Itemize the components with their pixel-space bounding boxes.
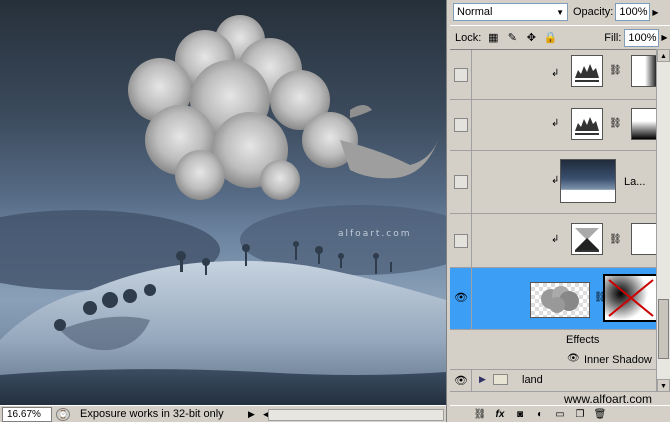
- scroll-down-icon[interactable]: ▼: [657, 379, 670, 392]
- scroll-up-icon[interactable]: ▲: [657, 49, 670, 62]
- layer-mask-thumbnail[interactable]: [603, 274, 656, 322]
- layers-panel-footer: ⛓ fx ◙ ◐ ▭ ❐ 🗑: [450, 405, 670, 422]
- effects-row[interactable]: Effects: [450, 330, 656, 350]
- effect-visibility: [450, 350, 472, 369]
- layer-row[interactable]: ↲ ⛓: [450, 50, 656, 100]
- curves-adjustment-icon: [571, 223, 603, 255]
- opacity-slider-arrow[interactable]: ▶: [652, 8, 658, 17]
- status-info-text: Exposure works in 32-bit only: [80, 408, 224, 420]
- layer-row[interactable]: ↲ ⛓: [450, 100, 656, 151]
- scrollbar-thumb[interactable]: [658, 299, 669, 359]
- layers-vertical-scrollbar[interactable]: ▲ ▼: [656, 49, 670, 392]
- expand-arrow-icon[interactable]: ▶: [479, 374, 486, 385]
- layers-list: ↲ ⛓ ↲ ⛓ ↲ La... ↲ ⛓ 👁 ⛓ Effects 👁 Inner …: [450, 49, 656, 392]
- chain-link-icon[interactable]: ⛓: [609, 118, 622, 129]
- effects-label: Effects: [566, 334, 600, 346]
- fill-field[interactable]: 100%: [624, 28, 660, 47]
- smoke-cloud: [128, 15, 438, 200]
- effect-row[interactable]: 👁 Inner Shadow: [450, 350, 656, 370]
- inner-shadow-label: Inner Shadow: [584, 354, 652, 366]
- clipping-arrow-icon: ↲: [551, 68, 560, 79]
- layer-mask-thumbnail[interactable]: [631, 55, 656, 87]
- lock-position-move-icon[interactable]: ✥: [524, 31, 538, 45]
- layer-row[interactable]: ↲ ⛓: [450, 214, 656, 268]
- levels-adjustment-icon: [571, 108, 603, 140]
- lock-pixels-brush-icon[interactable]: ✎: [505, 31, 519, 45]
- clipping-arrow-icon: ↲: [551, 234, 560, 245]
- chain-link-icon[interactable]: ⛓: [609, 234, 622, 245]
- visibility-box: [454, 68, 468, 82]
- layer-name[interactable]: land: [522, 374, 543, 386]
- document-canvas[interactable]: alfoart.com: [0, 0, 446, 405]
- lock-transparency-icon[interactable]: ▦: [486, 31, 500, 45]
- layer-mask-thumbnail[interactable]: [631, 108, 656, 140]
- layer-row-selected[interactable]: 👁 ⛓: [450, 268, 656, 330]
- document-info-icon[interactable]: ⌚: [56, 407, 70, 421]
- eye-icon: 👁: [454, 292, 468, 304]
- new-layer-icon[interactable]: ❐: [570, 409, 590, 420]
- chain-link-icon[interactable]: ⛓: [609, 65, 622, 76]
- cloud-layer-thumbnail: [530, 282, 590, 318]
- eye-icon[interactable]: 👁: [567, 353, 580, 364]
- blend-mode-select[interactable]: Normal ▼: [453, 3, 568, 21]
- layer-mask-thumbnail[interactable]: [631, 223, 656, 255]
- fill-label: Fill:: [604, 31, 622, 44]
- site-watermark: www.alfoart.com: [562, 392, 655, 406]
- fill-value: 100%: [628, 31, 657, 44]
- lock-row: Lock: ▦ ✎ ✥ 🔒 Fill: 100% ▶: [450, 25, 670, 49]
- opacity-field[interactable]: 100%: [615, 3, 651, 21]
- add-mask-icon[interactable]: ◙: [510, 409, 530, 420]
- visibility-box: [454, 118, 468, 132]
- folder-icon: [493, 374, 508, 385]
- visibility-toggle[interactable]: 👁: [450, 370, 472, 391]
- horizontal-scrollbar[interactable]: [268, 409, 444, 421]
- levels-adjustment-icon: [571, 55, 603, 87]
- visibility-toggle[interactable]: [450, 50, 472, 99]
- fx-icon[interactable]: fx: [490, 409, 510, 420]
- lock-label: Lock:: [455, 31, 482, 44]
- visibility-box: [454, 234, 468, 248]
- layer-name[interactable]: La...: [624, 176, 645, 188]
- zoom-field[interactable]: 16.67%: [2, 406, 52, 422]
- visibility-toggle[interactable]: [450, 214, 472, 267]
- layers-panel: Normal ▼ Opacity: 100% ▶ Lock: ▦ ✎ ✥ 🔒 F…: [450, 0, 670, 422]
- lock-all-padlock-icon[interactable]: 🔒: [543, 31, 557, 45]
- effects-visibility: [450, 330, 472, 350]
- visibility-box: [454, 175, 468, 189]
- fill-slider-arrow[interactable]: ▶: [661, 33, 667, 42]
- opacity-value: 100%: [619, 6, 648, 18]
- adjustment-layer-icon[interactable]: ◐: [530, 409, 550, 420]
- watermark-text: alfoart.com: [338, 229, 412, 239]
- new-group-folder-icon[interactable]: ▭: [550, 409, 570, 420]
- blend-row: Normal ▼ Opacity: 100% ▶: [450, 0, 670, 24]
- clipping-arrow-icon: ↲: [551, 118, 560, 129]
- group-row-land[interactable]: 👁 ▶ land: [450, 370, 656, 392]
- trash-icon[interactable]: 🗑: [590, 409, 610, 420]
- visibility-toggle[interactable]: 👁: [450, 268, 472, 329]
- blend-mode-value: Normal: [457, 6, 493, 18]
- chevron-down-icon: ▼: [556, 7, 564, 17]
- artwork: [0, 15, 446, 405]
- clipping-arrow-icon: ↲: [551, 175, 560, 186]
- visibility-toggle[interactable]: [450, 151, 472, 213]
- status-menu-arrow[interactable]: ▶: [248, 408, 258, 421]
- layer-row[interactable]: ↲ La...: [450, 151, 656, 214]
- image-layer-thumbnail: [560, 159, 616, 203]
- link-layers-icon[interactable]: ⛓: [470, 409, 490, 420]
- eye-icon: 👁: [454, 375, 468, 387]
- visibility-toggle[interactable]: [450, 100, 472, 150]
- opacity-label: Opacity:: [573, 6, 614, 18]
- status-bar: 16.67% ⌚ Exposure works in 32-bit only ▶…: [0, 405, 446, 422]
